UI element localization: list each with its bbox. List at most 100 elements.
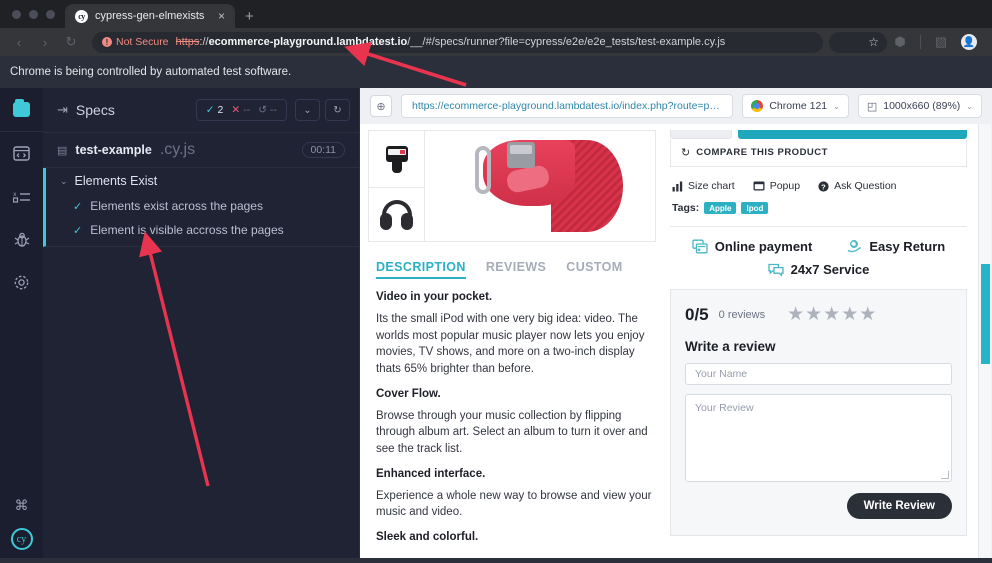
compare-icon: ↻: [681, 147, 691, 159]
size-chart-link[interactable]: Size chart: [672, 180, 735, 192]
split-view-icon[interactable]: ▧: [928, 29, 954, 55]
tab-description[interactable]: DESCRIPTION: [376, 260, 466, 279]
spec-panel-title: Specs: [75, 102, 115, 118]
window-minimize-button[interactable]: [29, 9, 38, 19]
tag-ipod[interactable]: Ipod: [741, 202, 769, 214]
security-label: Not Secure: [116, 36, 169, 48]
product-links-row: Size chart Popup ? Ask Question: [672, 180, 967, 192]
back-icon[interactable]: ‹: [6, 29, 32, 55]
test-item-2[interactable]: ✓ Element is visible accross the pages: [46, 218, 359, 242]
description-paragraph: Its the small iPod with one very big ide…: [376, 313, 645, 376]
new-tab-button[interactable]: +: [235, 4, 264, 28]
address-bar[interactable]: ! Not Secure https://ecommerce-playgroun…: [92, 31, 823, 53]
aut-url-bar[interactable]: https://ecommerce-playground.lambdatest.…: [401, 94, 734, 118]
project-switcher-button[interactable]: [0, 88, 43, 132]
service-label: 24x7 Service: [790, 262, 870, 277]
sidebar-item-runs[interactable]: x: [0, 175, 43, 218]
keyboard-shortcuts-icon[interactable]: ⌘: [15, 497, 29, 514]
stat-passed: ✓ 2: [206, 104, 224, 116]
size-chart-label: Size chart: [688, 180, 735, 192]
close-icon[interactable]: ×: [216, 10, 227, 22]
sidebar-item-specs[interactable]: [0, 132, 43, 175]
aut-scrollbar[interactable]: [978, 124, 991, 558]
service-features: Online payment Easy Return 24x7 Service: [670, 226, 967, 289]
bookmark-star-icon[interactable]: ☆: [868, 35, 879, 49]
red-watch-band-image: [445, 138, 635, 234]
submit-wrapper: Write Review: [685, 493, 952, 519]
test-item-1[interactable]: ✓ Elements exist across the pages: [46, 194, 359, 218]
test-name: Element is visible accross the pages: [90, 223, 284, 237]
product-main-image[interactable]: [425, 131, 655, 241]
headphones-icon: [379, 198, 415, 234]
url-separator: ://: [199, 36, 209, 48]
scrollbar-thumb[interactable]: [981, 264, 990, 364]
spec-panel-header: ⇥ Specs ✓ 2 ✕ -- ↺ -- ⌄ ↻: [43, 88, 359, 132]
cypress-favicon-icon: cy: [75, 9, 88, 23]
check-icon: ✓: [73, 200, 83, 213]
chat-support-icon: [767, 263, 784, 277]
store-product-page: DESCRIPTION REVIEWS CUSTOM Video in your…: [360, 124, 991, 558]
stat-failed-value: --: [243, 104, 251, 116]
forward-icon[interactable]: ›: [32, 29, 58, 55]
compare-product-row[interactable]: ↻ COMPARE THIS PRODUCT: [670, 139, 967, 167]
wishlist-button[interactable]: [670, 130, 732, 139]
tag-apple[interactable]: Apple: [704, 202, 737, 214]
chevron-down-icon[interactable]: ⌄: [833, 102, 840, 111]
chevron-down-icon[interactable]: ⌄: [966, 102, 973, 111]
viewport-selector[interactable]: ◰ 1000x660 (89%) ⌄: [857, 94, 982, 118]
suite-name: Elements Exist: [74, 174, 158, 188]
suite-header[interactable]: ⌄ Elements Exist: [46, 168, 359, 194]
thumbnail-headphones[interactable]: [369, 187, 424, 243]
browser-selector[interactable]: Chrome 121 ⌄: [742, 94, 849, 118]
description-paragraph: Experience a whole new way to browse and…: [376, 489, 652, 519]
sidebar-item-debug[interactable]: [0, 218, 43, 261]
reviewer-name-input[interactable]: Your Name: [685, 363, 952, 385]
sidebar-item-settings[interactable]: [0, 261, 43, 304]
security-indicator[interactable]: ! Not Secure: [102, 36, 169, 48]
write-review-button[interactable]: Write Review: [846, 493, 952, 519]
size-chart-icon: [672, 181, 683, 191]
tab-custom[interactable]: CUSTOM: [566, 260, 622, 279]
tags-label: Tags:: [672, 202, 700, 214]
svg-text:x: x: [13, 191, 17, 198]
selector-playground-icon[interactable]: ⊕: [370, 95, 392, 117]
cypress-runner: x ⌘ cy ⇥ Specs ✓ 2 ✕ -- ↺ -- ⌄ ↻ ▤ test-…: [0, 88, 992, 558]
reload-icon[interactable]: ↻: [58, 29, 84, 55]
url-text: https://ecommerce-playground.lambdatest.…: [176, 36, 726, 48]
cypress-logo-icon[interactable]: cy: [10, 528, 33, 550]
monitor-icon: ◰: [866, 100, 878, 113]
url-path: /__/#/specs/runner?file=cypress/e2e/e2e_…: [407, 36, 726, 48]
test-suite: ⌄ Elements Exist ✓ Elements exist across…: [43, 168, 359, 247]
thumbnail-apple-watch[interactable]: [369, 131, 424, 187]
spec-file-row[interactable]: ▤ test-example .cy.js 00:11: [43, 132, 359, 168]
service-online-payment: Online payment: [692, 239, 812, 254]
product-tags: Tags: Apple Ipod: [672, 202, 967, 214]
popup-link[interactable]: Popup: [753, 180, 800, 192]
stat-pending: ↺ --: [258, 104, 277, 116]
menu-icon[interactable]: ⇥: [57, 102, 68, 118]
chevron-down-icon[interactable]: ⌄: [60, 176, 68, 187]
tab-reviews[interactable]: REVIEWS: [486, 260, 546, 279]
description-heading: Enhanced interface.: [376, 467, 486, 480]
description-heading: Video in your pocket.: [376, 291, 493, 303]
service-label: Easy Return: [869, 239, 946, 254]
rerun-button[interactable]: ↻: [325, 99, 350, 121]
collapse-button[interactable]: ⌄: [295, 99, 320, 121]
description-paragraph: Browse through your music collection by …: [376, 409, 648, 456]
browser-navbar: ‹ › ↻ ! Not Secure https://ecommerce-pla…: [0, 28, 992, 56]
aut-pane: ⊕ https://ecommerce-playground.lambdates…: [360, 88, 992, 558]
review-text-input[interactable]: Your Review: [685, 394, 952, 482]
window-close-button[interactable]: [12, 9, 21, 19]
product-tabs: DESCRIPTION REVIEWS CUSTOM: [376, 260, 656, 279]
window-controls: [8, 0, 65, 28]
add-to-cart-button[interactable]: [738, 130, 967, 139]
extensions-icon[interactable]: ⬢: [887, 29, 913, 55]
easy-return-icon: [848, 240, 862, 253]
browser-tab[interactable]: cy cypress-gen-elmexists ×: [65, 4, 235, 28]
window-maximize-button[interactable]: [46, 9, 55, 19]
bookmark-pill[interactable]: ☆: [829, 31, 887, 53]
profile-button[interactable]: 👤: [956, 29, 982, 55]
test-name: Elements exist across the pages: [90, 199, 263, 213]
ask-question-link[interactable]: ? Ask Question: [818, 180, 897, 192]
popup-icon: [753, 181, 765, 191]
